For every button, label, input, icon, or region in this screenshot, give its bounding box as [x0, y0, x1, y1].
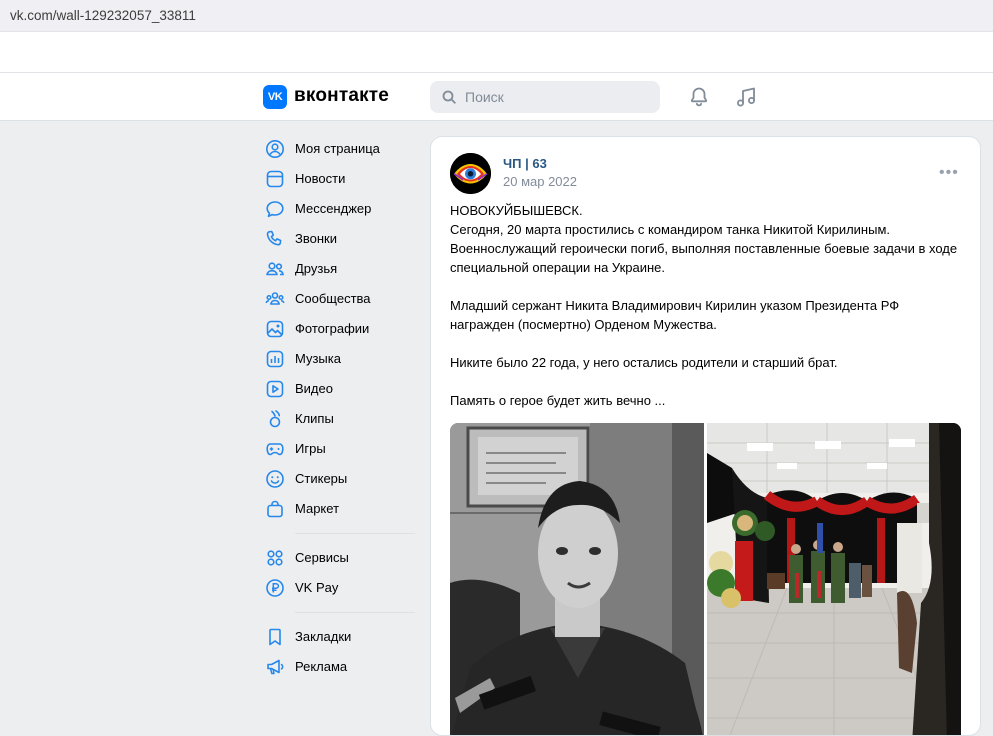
browser-address-bar[interactable]: vk.com/wall-129232057_33811: [0, 0, 993, 32]
wall-post: ЧП | 63 20 мар 2022 ••• НОВОКУЙБЫШЕВСК. …: [430, 136, 981, 736]
ruble-icon: [266, 579, 284, 597]
sidebar-item-label: Моя страница: [295, 141, 380, 156]
sidebar-item-music[interactable]: Музыка: [263, 344, 418, 374]
post-paragraph: Никите было 22 года, у него остались род…: [450, 355, 838, 370]
ceremony-hall-photo[interactable]: [707, 423, 961, 735]
bell-icon[interactable]: [687, 85, 711, 109]
sidebar-item-calls[interactable]: Звонки: [263, 224, 418, 254]
post-paragraph: Память о герое будет жить вечно ...: [450, 393, 666, 408]
music-icon[interactable]: [734, 85, 758, 109]
sidebar-item-label: VK Pay: [295, 580, 339, 595]
community-avatar[interactable]: [450, 153, 491, 194]
sidebar-item-my-page[interactable]: Моя страница: [263, 134, 418, 164]
sidebar-item-label: Закладки: [295, 629, 352, 644]
clips-icon: [269, 410, 281, 428]
sidebar-item-label: Видео: [295, 381, 333, 396]
sidebar-item-friends[interactable]: Друзья: [263, 254, 418, 284]
sidebar-item-label: Звонки: [295, 231, 337, 246]
gamepad-icon: [266, 443, 284, 456]
sidebar-item-label: Клипы: [295, 411, 334, 426]
vk-logo-icon[interactable]: VK: [263, 85, 287, 109]
post-paragraph: НОВОКУЙБЫШЕВСК. Сегодня, 20 марта прости…: [450, 203, 958, 275]
sidebar-item-label: Музыка: [295, 351, 341, 366]
video-icon: [266, 380, 284, 398]
sidebar-item-label: Мессенджер: [295, 201, 372, 216]
portrait-photo[interactable]: [450, 423, 704, 735]
sidebar-item-news[interactable]: Новости: [263, 164, 418, 194]
sidebar-item-services[interactable]: Сервисы: [263, 543, 418, 573]
portrait-photo-image: [450, 423, 704, 735]
search-box[interactable]: [430, 81, 660, 113]
search-icon: [442, 90, 456, 104]
search-input[interactable]: [465, 81, 650, 113]
post-author[interactable]: ЧП | 63: [503, 156, 547, 171]
more-options-icon[interactable]: •••: [939, 165, 959, 181]
sidebar-item-label: Стикеры: [295, 471, 348, 486]
sidebar-item-label: Сообщества: [295, 291, 371, 306]
eye-logo-icon: [450, 153, 491, 194]
services-icon: [267, 550, 283, 566]
page-top-strip: [0, 32, 993, 73]
sidebar-item-label: Маркет: [295, 501, 340, 516]
message-bubble-icon: [266, 201, 284, 218]
sidebar-item-vk-pay[interactable]: VK Pay: [263, 573, 418, 603]
sidebar-item-stickers[interactable]: Стикеры: [263, 464, 418, 494]
phone-icon: [266, 230, 282, 246]
friends-icon: [266, 262, 284, 276]
sidebar-divider: [295, 533, 415, 534]
newspaper-icon: [266, 170, 284, 188]
bookmark-icon: [269, 628, 281, 646]
sidebar-item-label: Фотографии: [295, 321, 370, 336]
photo-icon: [266, 320, 284, 338]
sidebar-item-clips[interactable]: Клипы: [263, 404, 418, 434]
megaphone-icon: [267, 659, 284, 675]
communities-icon: [265, 292, 285, 305]
top-header: VK вконтакте: [0, 73, 993, 121]
music-bars-icon: [266, 350, 284, 368]
sidebar-item-label: Реклама: [295, 659, 348, 674]
url-text[interactable]: vk.com/wall-129232057_33811: [10, 8, 196, 23]
sidebar-item-label: Новости: [295, 171, 346, 186]
sidebar-item-communities[interactable]: Сообщества: [263, 284, 418, 314]
ceremony-hall-photo-image: [707, 423, 961, 735]
sidebar-item-ads[interactable]: Реклама: [263, 652, 418, 682]
sidebar-item-video[interactable]: Видео: [263, 374, 418, 404]
sidebar-item-label: Сервисы: [295, 550, 349, 565]
sidebar-item-label: Друзья: [295, 261, 338, 276]
left-sidebar: Моя страница Новости Мессенджер Звонки Д…: [263, 134, 418, 682]
sidebar-item-label: Игры: [295, 441, 326, 456]
post-date[interactable]: 20 мар 2022: [503, 174, 577, 189]
sidebar-item-bookmarks[interactable]: Закладки: [263, 622, 418, 652]
sidebar-item-messenger[interactable]: Мессенджер: [263, 194, 418, 224]
vk-logo-text[interactable]: вконтакте: [294, 85, 389, 107]
user-circle-icon: [266, 140, 284, 158]
sidebar-divider: [295, 612, 415, 613]
bag-icon: [267, 500, 283, 518]
sidebar-item-photos[interactable]: Фотографии: [263, 314, 418, 344]
post-paragraph: Младший сержант Никита Владимирович Кири…: [450, 298, 900, 332]
smile-icon: [266, 470, 284, 488]
sidebar-item-games[interactable]: Игры: [263, 434, 418, 464]
post-text: НОВОКУЙБЫШЕВСК. Сегодня, 20 марта прости…: [450, 201, 965, 410]
sidebar-item-market[interactable]: Маркет: [263, 494, 418, 524]
